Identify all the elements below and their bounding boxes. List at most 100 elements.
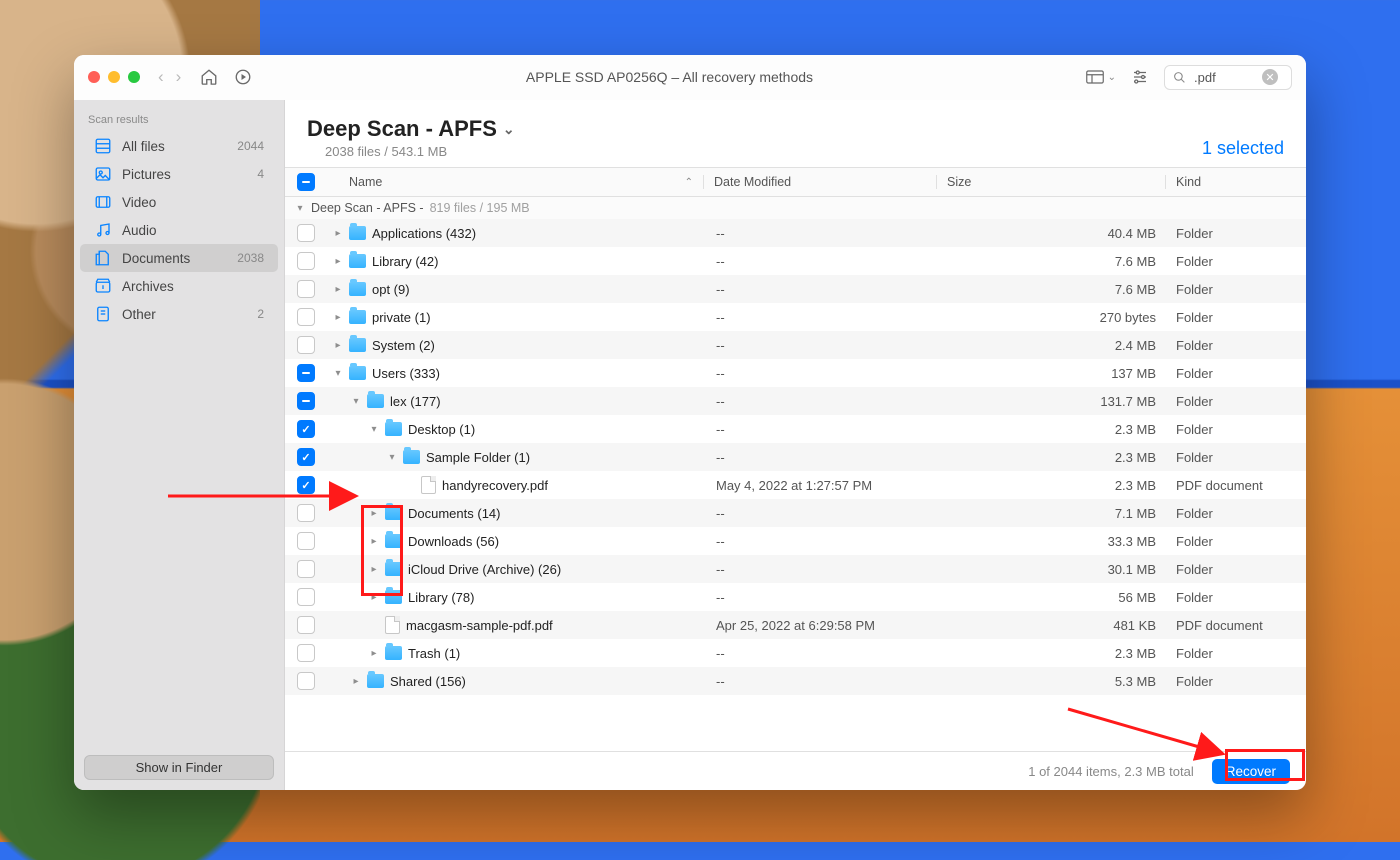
table-row[interactable]: private (1)--270 bytesFolder (285, 303, 1306, 331)
row-name: Library (78) (408, 590, 474, 605)
file-tree[interactable]: Deep Scan - APFS - 819 files / 195 MB Ap… (285, 197, 1306, 751)
row-checkbox[interactable] (285, 224, 327, 242)
disclosure-arrow-icon[interactable] (351, 396, 361, 407)
sidebar-item-count: 2044 (237, 139, 264, 153)
sidebar-item-video[interactable]: Video (80, 188, 278, 216)
row-checkbox[interactable] (285, 392, 327, 410)
folder-icon (367, 674, 384, 688)
row-checkbox[interactable] (285, 252, 327, 270)
disclosure-arrow-icon[interactable] (333, 312, 343, 323)
row-date: May 4, 2022 at 1:27:57 PM (706, 478, 938, 493)
disclosure-arrow-icon[interactable] (369, 536, 379, 547)
disclosure-arrow-icon[interactable] (369, 424, 379, 435)
table-row[interactable]: Applications (432)--40.4 MBFolder (285, 219, 1306, 247)
filter-icon[interactable] (1130, 67, 1150, 87)
folder-icon (349, 226, 366, 240)
row-checkbox[interactable] (285, 448, 327, 466)
table-row[interactable]: macgasm-sample-pdf.pdfApr 25, 2022 at 6:… (285, 611, 1306, 639)
column-date[interactable]: Date Modified (703, 175, 936, 189)
clear-search-button[interactable]: ✕ (1262, 69, 1278, 85)
row-kind: Folder (1166, 310, 1306, 325)
row-kind: PDF document (1166, 618, 1306, 633)
table-row[interactable]: Downloads (56)--33.3 MBFolder (285, 527, 1306, 555)
disclosure-arrow-icon[interactable] (333, 368, 343, 379)
home-icon[interactable] (199, 67, 219, 87)
other-icon (94, 305, 112, 323)
row-checkbox[interactable] (285, 476, 327, 494)
row-checkbox[interactable] (285, 588, 327, 606)
maximize-window-button[interactable] (128, 71, 140, 83)
table-row[interactable]: opt (9)--7.6 MBFolder (285, 275, 1306, 303)
disclosure-arrow-icon[interactable] (369, 592, 379, 603)
folder-icon (385, 506, 402, 520)
disclosure-arrow-icon[interactable] (387, 452, 397, 463)
row-size: 2.3 MB (938, 422, 1166, 437)
table-row[interactable]: handyrecovery.pdfMay 4, 2022 at 1:27:57 … (285, 471, 1306, 499)
column-kind[interactable]: Kind (1165, 175, 1306, 189)
disclosure-arrow-icon[interactable] (369, 508, 379, 519)
table-row[interactable]: Trash (1)--2.3 MBFolder (285, 639, 1306, 667)
sidebar-item-audio[interactable]: Audio (80, 216, 278, 244)
row-checkbox[interactable] (285, 672, 327, 690)
row-date: -- (706, 422, 938, 437)
row-size: 2.4 MB (938, 338, 1166, 353)
disclosure-arrow-icon[interactable] (333, 340, 343, 351)
table-row[interactable]: Library (78)--56 MBFolder (285, 583, 1306, 611)
table-row[interactable]: Documents (14)--7.1 MBFolder (285, 499, 1306, 527)
row-checkbox[interactable] (285, 532, 327, 550)
nav-back-button[interactable]: ‹ (154, 65, 168, 89)
search-box[interactable]: ✕ (1164, 65, 1292, 90)
column-size[interactable]: Size (936, 175, 1165, 189)
view-mode-button[interactable]: ⌄ (1086, 70, 1116, 84)
chevron-down-icon: ⌄ (1108, 72, 1116, 83)
row-size: 7.6 MB (938, 282, 1166, 297)
row-checkbox[interactable] (285, 560, 327, 578)
sidebar-item-documents[interactable]: Documents2038 (80, 244, 278, 272)
table-row[interactable]: Shared (156)--5.3 MBFolder (285, 667, 1306, 695)
table-row[interactable]: iCloud Drive (Archive) (26)--30.1 MBFold… (285, 555, 1306, 583)
close-window-button[interactable] (88, 71, 100, 83)
row-size: 7.6 MB (938, 254, 1166, 269)
table-row[interactable]: lex (177)--131.7 MBFolder (285, 387, 1306, 415)
minimize-window-button[interactable] (108, 71, 120, 83)
titlebar: ‹ › APPLE SSD AP0256Q – All recovery met… (74, 55, 1306, 100)
sidebar-item-other[interactable]: Other2 (80, 300, 278, 328)
row-checkbox[interactable] (285, 280, 327, 298)
rescan-icon[interactable] (233, 67, 253, 87)
disclosure-arrow-icon[interactable] (369, 564, 379, 575)
nav-forward-button[interactable]: › (172, 65, 186, 89)
row-checkbox[interactable] (285, 336, 327, 354)
row-checkbox[interactable] (285, 644, 327, 662)
row-size: 40.4 MB (938, 226, 1166, 241)
row-size: 33.3 MB (938, 534, 1166, 549)
show-in-finder-button[interactable]: Show in Finder (84, 755, 274, 780)
row-checkbox[interactable] (285, 504, 327, 522)
documents-icon (94, 249, 112, 267)
table-row[interactable]: Sample Folder (1)--2.3 MBFolder (285, 443, 1306, 471)
recover-button[interactable]: Recover (1212, 759, 1290, 784)
disclosure-arrow-icon[interactable] (369, 648, 379, 659)
sidebar-item-archives[interactable]: Archives (80, 272, 278, 300)
column-name[interactable]: Name ⌃ (327, 175, 703, 189)
sidebar-item-pictures[interactable]: Pictures4 (80, 160, 278, 188)
row-checkbox[interactable] (285, 308, 327, 326)
table-row[interactable]: Desktop (1)--2.3 MBFolder (285, 415, 1306, 443)
disclosure-arrow-icon[interactable] (333, 284, 343, 295)
disclosure-arrow-icon[interactable] (333, 228, 343, 239)
table-row[interactable]: Library (42)--7.6 MBFolder (285, 247, 1306, 275)
row-name: Documents (14) (408, 506, 500, 521)
main-title[interactable]: Deep Scan - APFS ⌄ (307, 116, 515, 142)
row-checkbox[interactable] (285, 364, 327, 382)
select-all-checkbox[interactable] (285, 173, 327, 191)
row-checkbox[interactable] (285, 616, 327, 634)
sidebar-item-all-files[interactable]: All files2044 (80, 132, 278, 160)
disclosure-arrow-icon[interactable] (333, 256, 343, 267)
disclosure-arrow-icon[interactable] (351, 676, 361, 687)
group-meta: 819 files / 195 MB (430, 201, 530, 215)
table-row[interactable]: System (2)--2.4 MBFolder (285, 331, 1306, 359)
group-header[interactable]: Deep Scan - APFS - 819 files / 195 MB (285, 197, 1306, 219)
search-input[interactable] (1192, 69, 1256, 86)
row-checkbox[interactable] (285, 420, 327, 438)
row-date: -- (706, 590, 938, 605)
table-row[interactable]: Users (333)--137 MBFolder (285, 359, 1306, 387)
